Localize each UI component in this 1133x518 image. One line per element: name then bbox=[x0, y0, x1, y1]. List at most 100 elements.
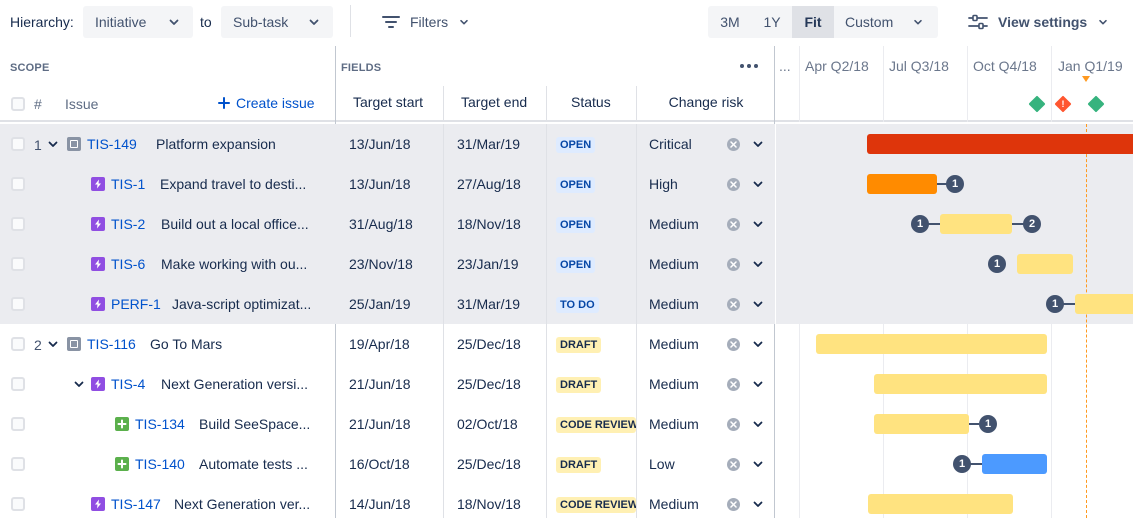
row-checkbox[interactable] bbox=[11, 457, 25, 471]
target-start-cell[interactable]: 19/Apr/18 bbox=[349, 336, 410, 352]
timeline-bar-medium[interactable] bbox=[874, 414, 969, 434]
dependency-badge[interactable]: 2 bbox=[1023, 215, 1041, 233]
change-risk-cell[interactable]: Medium bbox=[649, 256, 699, 272]
timeline-bar-low[interactable] bbox=[982, 454, 1047, 474]
chevron-down-icon[interactable] bbox=[751, 417, 765, 431]
row-checkbox[interactable] bbox=[11, 257, 25, 271]
status-lozenge[interactable]: DRAFT bbox=[556, 337, 602, 353]
timeline-bar-medium[interactable] bbox=[816, 334, 1047, 354]
zoom-1y-button[interactable]: 1Y bbox=[752, 6, 792, 38]
status-lozenge[interactable]: CODE REVIEW bbox=[556, 417, 636, 433]
change-risk-cell[interactable]: Medium bbox=[649, 376, 699, 392]
dependency-badge[interactable]: 1 bbox=[946, 175, 964, 193]
target-end-cell[interactable]: 25/Dec/18 bbox=[457, 376, 521, 392]
chevron-down-icon[interactable] bbox=[751, 377, 765, 391]
dependency-badge[interactable]: 1 bbox=[953, 455, 971, 473]
status-lozenge[interactable]: DRAFT bbox=[556, 457, 602, 473]
chevron-down-icon[interactable] bbox=[751, 177, 765, 191]
select-all-checkbox[interactable] bbox=[11, 97, 25, 111]
table-row[interactable]: TIS-147 Next Generation ver... 14/Jun/18 18… bbox=[0, 484, 775, 518]
zoom-fit-button[interactable]: Fit bbox=[792, 6, 834, 38]
clear-icon[interactable] bbox=[727, 458, 740, 471]
target-end-cell[interactable]: 25/Dec/18 bbox=[457, 336, 521, 352]
target-start-cell[interactable]: 14/Jun/18 bbox=[349, 496, 411, 512]
table-row[interactable]: TIS-6 Make working with ou... 23/Nov/18 23/… bbox=[0, 244, 775, 284]
target-end-header[interactable]: Target end bbox=[461, 94, 527, 110]
issue-key-link[interactable]: TIS-147 bbox=[111, 496, 161, 512]
row-checkbox[interactable] bbox=[11, 497, 25, 511]
table-row[interactable]: TIS-1 Expand travel to desti... 13/Jun/18 2… bbox=[0, 164, 775, 204]
change-risk-header[interactable]: Change risk bbox=[639, 94, 773, 110]
dependency-badge[interactable]: 1 bbox=[979, 415, 997, 433]
table-row[interactable]: TIS-140 Automate tests ... 16/Oct/18 25/Dec… bbox=[0, 444, 775, 484]
issue-summary[interactable]: Platform expansion bbox=[156, 136, 276, 152]
clear-icon[interactable] bbox=[727, 418, 740, 431]
row-checkbox[interactable] bbox=[11, 297, 25, 311]
table-row[interactable]: TIS-4 Next Generation versi... 21/Jun/18 25… bbox=[0, 364, 775, 404]
table-row[interactable]: TIS-2 Build out a local office... 31/Aug/1… bbox=[0, 204, 775, 244]
status-lozenge[interactable]: OPEN bbox=[556, 177, 596, 193]
chevron-down-icon[interactable] bbox=[751, 457, 765, 471]
chevron-down-icon[interactable] bbox=[751, 217, 765, 231]
change-risk-cell[interactable]: Medium bbox=[649, 496, 699, 512]
clear-icon[interactable] bbox=[727, 498, 740, 511]
row-checkbox[interactable] bbox=[11, 177, 25, 191]
chevron-down-icon[interactable] bbox=[46, 337, 60, 351]
target-end-cell[interactable]: 18/Nov/18 bbox=[457, 496, 521, 512]
issue-key-link[interactable]: TIS-140 bbox=[135, 456, 185, 472]
target-start-cell[interactable]: 16/Oct/18 bbox=[349, 456, 410, 472]
clear-icon[interactable] bbox=[727, 178, 740, 191]
timeline-bar-medium[interactable] bbox=[1075, 294, 1133, 314]
change-risk-cell[interactable]: High bbox=[649, 176, 678, 192]
status-header[interactable]: Status bbox=[571, 94, 611, 110]
issue-summary[interactable]: Build SeeSpace... bbox=[199, 416, 310, 432]
more-icon[interactable] bbox=[737, 58, 761, 74]
issue-key-link[interactable]: TIS-134 bbox=[135, 416, 185, 432]
issue-key-link[interactable]: TIS-116 bbox=[87, 336, 136, 352]
row-checkbox[interactable] bbox=[11, 137, 25, 151]
timeline-bar-medium[interactable] bbox=[940, 214, 1012, 234]
issue-summary[interactable]: Make working with ou... bbox=[161, 256, 307, 272]
change-risk-cell[interactable]: Low bbox=[649, 456, 675, 472]
timeline-bar-critical[interactable] bbox=[867, 134, 1133, 154]
target-end-cell[interactable]: 31/Mar/19 bbox=[457, 296, 520, 312]
status-lozenge[interactable]: CODE REVIEW bbox=[556, 497, 636, 513]
change-risk-cell[interactable]: Medium bbox=[649, 416, 699, 432]
chevron-down-icon[interactable] bbox=[751, 257, 765, 271]
target-start-header[interactable]: Target start bbox=[353, 94, 423, 110]
target-start-cell[interactable]: 25/Jan/19 bbox=[349, 296, 411, 312]
row-checkbox[interactable] bbox=[11, 417, 25, 431]
status-lozenge[interactable]: OPEN bbox=[556, 257, 596, 273]
target-end-cell[interactable]: 31/Mar/19 bbox=[457, 136, 520, 152]
table-row[interactable]: TIS-134 Build SeeSpace... 21/Jun/18 02/Oct/… bbox=[0, 404, 775, 444]
chevron-down-icon[interactable] bbox=[751, 337, 765, 351]
status-lozenge[interactable]: OPEN bbox=[556, 137, 596, 153]
dependency-badge[interactable]: 1 bbox=[1046, 295, 1064, 313]
row-checkbox[interactable] bbox=[11, 337, 25, 351]
create-issue-button[interactable]: Create issue bbox=[218, 95, 315, 111]
milestone-warning-icon[interactable]: ! bbox=[1054, 95, 1072, 113]
chevron-down-icon[interactable] bbox=[751, 497, 765, 511]
status-lozenge[interactable]: TO DO bbox=[556, 297, 599, 313]
milestone-green-icon[interactable] bbox=[1087, 95, 1105, 113]
target-end-cell[interactable]: 27/Aug/18 bbox=[457, 176, 521, 192]
issue-summary[interactable]: Next Generation ver... bbox=[174, 496, 310, 512]
clear-icon[interactable] bbox=[727, 338, 740, 351]
change-risk-cell[interactable]: Critical bbox=[649, 136, 692, 152]
target-end-cell[interactable]: 23/Jan/19 bbox=[457, 256, 519, 272]
target-start-cell[interactable]: 21/Jun/18 bbox=[349, 376, 411, 392]
clear-icon[interactable] bbox=[727, 378, 740, 391]
filters-button[interactable]: Filters bbox=[382, 10, 470, 34]
clear-icon[interactable] bbox=[727, 218, 740, 231]
dependency-badge[interactable]: 1 bbox=[988, 255, 1006, 273]
table-row[interactable]: 2 TIS-116 Go To Mars 19/Apr/18 25/Dec/18 DRAF… bbox=[0, 324, 775, 364]
row-checkbox[interactable] bbox=[11, 217, 25, 231]
timeline-bar-high[interactable] bbox=[867, 174, 937, 194]
issue-summary[interactable]: Next Generation versi... bbox=[161, 376, 308, 392]
chevron-down-icon[interactable] bbox=[751, 297, 765, 311]
milestone-green-icon[interactable] bbox=[1028, 95, 1046, 113]
table-row[interactable]: 1 TIS-149 Platform expansion 13/Jun/18 31/Ma… bbox=[0, 124, 775, 164]
timeline-bar-medium[interactable] bbox=[1017, 254, 1073, 274]
timeline-bar-medium[interactable] bbox=[868, 494, 1013, 514]
issue-key-link[interactable]: TIS-1 bbox=[111, 176, 145, 192]
